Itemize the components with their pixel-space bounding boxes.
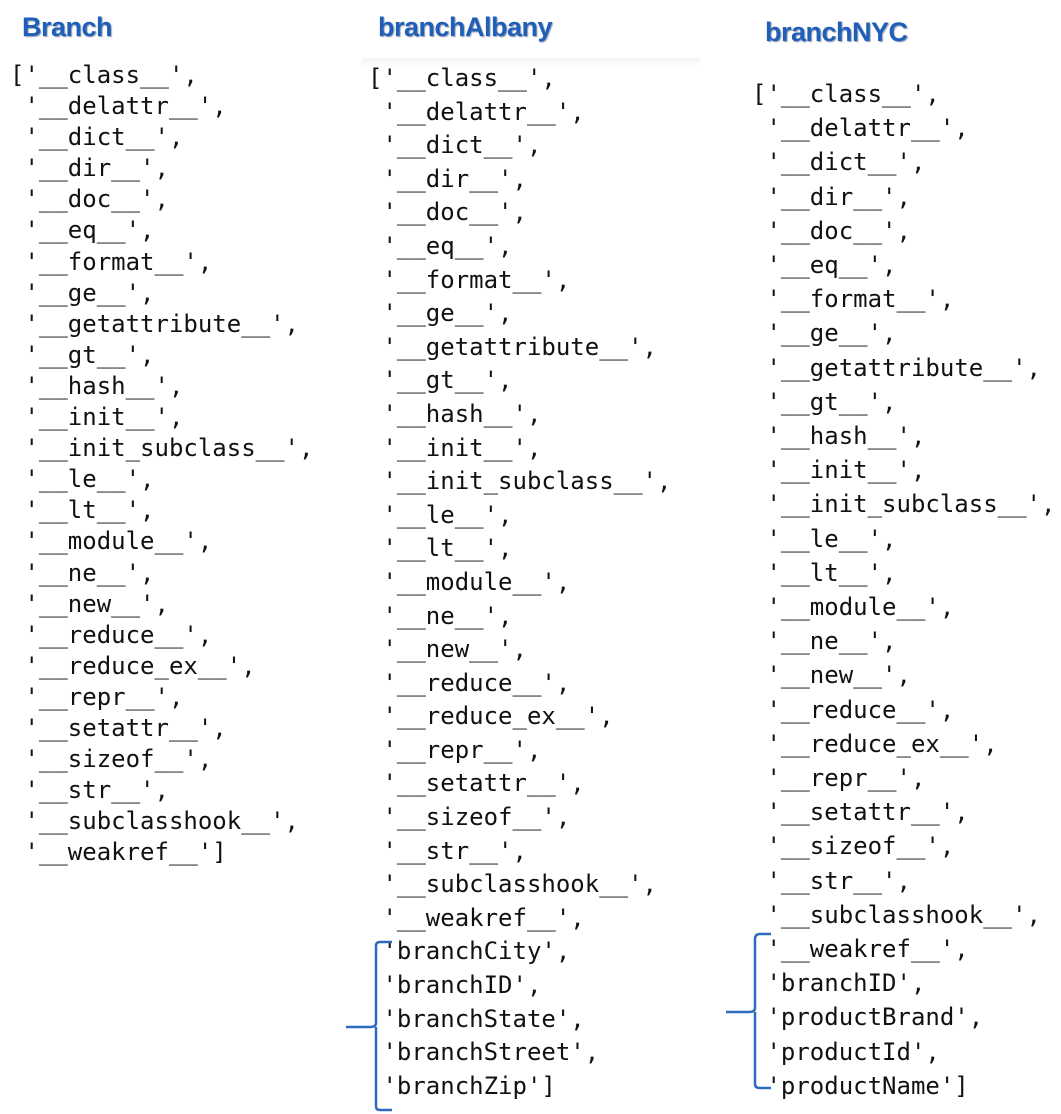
nyc-bracket-shape [726, 932, 771, 1090]
nyc-extra-attributes-bracket [726, 932, 771, 1090]
